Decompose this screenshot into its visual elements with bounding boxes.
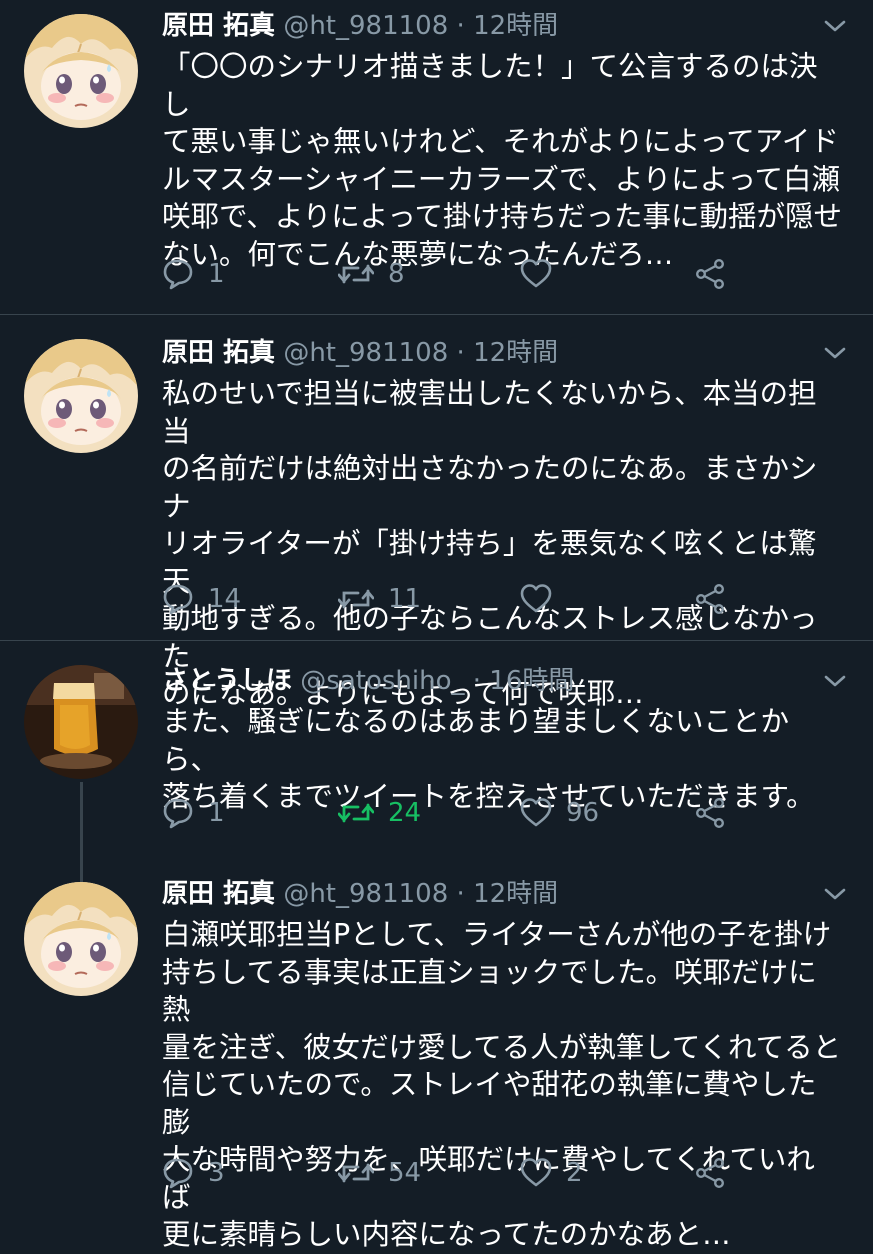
reply-icon [163,584,193,615]
user-handle[interactable]: @satoshiho_ [300,666,464,696]
share-button[interactable] [694,793,726,833]
heart-icon [520,584,552,613]
tweet-text: 「〇〇のシナリオ描きました！」て公言するのは決し て悪い事じゃ無いけれど、それが… [162,48,842,273]
tweet-text-line: 「〇〇のシナリオ描きました！」て公言するのは決し [162,50,818,121]
anime-avatar-icon [24,882,138,996]
retweet-count: 54 [388,1158,422,1188]
reply-button[interactable]: 3 [162,1153,225,1193]
tweet-text-line: 私のせいで担当に被害出したくないから、本当の担当 [162,377,817,448]
tweet[interactable]: 原田 拓真 @ht_981108 · 12時間 「〇〇のシナリオ描きました！」て… [0,0,873,314]
retweet-icon [338,264,374,284]
beer-photo-avatar-icon [24,665,138,779]
tweet-actions: 3 54 2 [162,1153,782,1193]
heart-icon [520,1158,552,1187]
separator-dot: · [456,338,465,368]
separator-dot: · [472,666,482,696]
tweet-header: 原田 拓真 @ht_981108 · 12時間 [162,333,813,373]
retweet-count: 11 [388,584,422,614]
tweet-text-line: また、騒ぎになるのはあまり望ましくないことから、 [162,705,790,776]
tweet[interactable]: さとうしほ @satoshiho_ · 16時間 また、騒ぎになるのはあまり望ま… [0,641,873,860]
reply-button[interactable]: 1 [162,254,225,294]
retweet-button[interactable]: 8 [338,254,405,294]
tweet-time[interactable]: 12時間 [473,11,558,41]
chevron-down-icon[interactable] [821,12,849,40]
avatar[interactable] [24,665,138,779]
tweet-actions: 1 8 [162,254,782,294]
share-button[interactable] [694,254,726,294]
share-icon [696,259,724,289]
retweet-button[interactable]: 24 [338,793,421,833]
tweet-text-line: ルマスターシャイニーカラーズで、よりによって白瀬 [162,162,841,196]
display-name[interactable]: 原田 拓真 [162,338,275,368]
avatar[interactable] [24,882,138,996]
tweet-text-line: 持ちしてる事実は正直ショックでした。咲耶だけに熱 [162,955,817,1027]
heart-icon [520,798,552,827]
avatar[interactable] [24,14,138,128]
like-button[interactable] [520,579,566,619]
retweet-count: 8 [388,259,405,289]
tweet-time[interactable]: 12時間 [473,338,558,368]
separator-dot: · [456,11,465,41]
chevron-down-icon[interactable] [821,880,849,908]
reply-icon [163,798,193,829]
reply-count: 1 [208,798,225,828]
reply-count: 3 [208,1158,225,1188]
tweet-actions: 14 11 [162,579,782,619]
tweet-header: さとうしほ @satoshiho_ · 16時間 [162,661,813,701]
tweet-text-line: 白瀬咲耶担当Pとして、ライターさんが他の子を掛け [162,918,832,951]
retweet-icon [338,1163,374,1183]
like-button[interactable]: 2 [520,1153,583,1193]
heart-icon [520,259,552,288]
retweet-button[interactable]: 54 [338,1153,421,1193]
tweet-time[interactable]: 12時間 [473,879,558,909]
like-button[interactable]: 96 [520,793,599,833]
tweet-text-line: の名前だけは絶対出さなかったのになあ。まさかシナ [162,452,818,523]
reply-button[interactable]: 14 [162,579,241,619]
tweet-time[interactable]: 16時間 [489,666,574,696]
like-count: 96 [566,798,600,828]
tweet-text-line: 更に素晴らしい内容になってたのかなあと… [162,1218,731,1251]
tweet-text: 白瀬咲耶担当Pとして、ライターさんが他の子を掛け 持ちしてる事実は正直ショックで… [162,916,842,1254]
share-icon [696,1157,724,1189]
tweet-text-line: て悪い事じゃ無いけれど、それがよりによってアイド [162,125,839,158]
reply-count: 1 [208,259,225,289]
retweet-icon [338,589,374,609]
separator-dot: · [456,879,465,909]
avatar[interactable] [24,339,138,453]
display-name[interactable]: 原田 拓真 [162,879,275,909]
retweet-count: 24 [388,798,422,828]
tweet-text-line: 信じていたので。ストレイや甜花の執筆に費やした膨 [162,1068,817,1139]
reply-icon [163,259,193,290]
user-handle[interactable]: @ht_981108 [283,11,448,41]
user-handle[interactable]: @ht_981108 [283,338,448,368]
tweet-text-line: 量を注ぎ、彼女だけ愛してる人が執筆してくれてると [162,1030,842,1064]
anime-avatar-icon [24,14,138,128]
retweet-button[interactable]: 11 [338,579,421,619]
like-button[interactable] [520,254,566,294]
anime-avatar-icon [24,339,138,453]
share-button[interactable] [694,1153,726,1193]
reply-icon [163,1158,193,1189]
tweet-header: 原田 拓真 @ht_981108 · 12時間 [162,6,813,46]
reply-count: 14 [208,584,242,614]
tweet[interactable]: 原田 拓真 @ht_981108 · 12時間 私のせいで担当に被害出したくない… [0,315,873,710]
share-button[interactable] [694,579,726,619]
tweet-header: 原田 拓真 @ht_981108 · 12時間 [162,874,813,914]
chevron-down-icon[interactable] [821,339,849,367]
like-count: 2 [566,1158,583,1188]
retweet-icon [338,803,374,823]
user-handle[interactable]: @ht_981108 [283,879,448,909]
share-icon [696,798,724,828]
tweet-text-line: 咲耶で、よりによって掛け持ちだった事に動揺が隠せ [162,200,843,233]
reply-button[interactable]: 1 [162,793,225,833]
display-name[interactable]: 原田 拓真 [162,11,275,41]
share-icon [696,584,724,614]
tweet[interactable]: 原田 拓真 @ht_981108 · 12時間 白瀬咲耶担当Pとして、ライターさ… [0,860,873,1251]
tweet-actions: 1 24 96 [162,793,782,833]
chevron-down-icon[interactable] [821,667,849,695]
display-name[interactable]: さとうしほ [162,666,292,696]
